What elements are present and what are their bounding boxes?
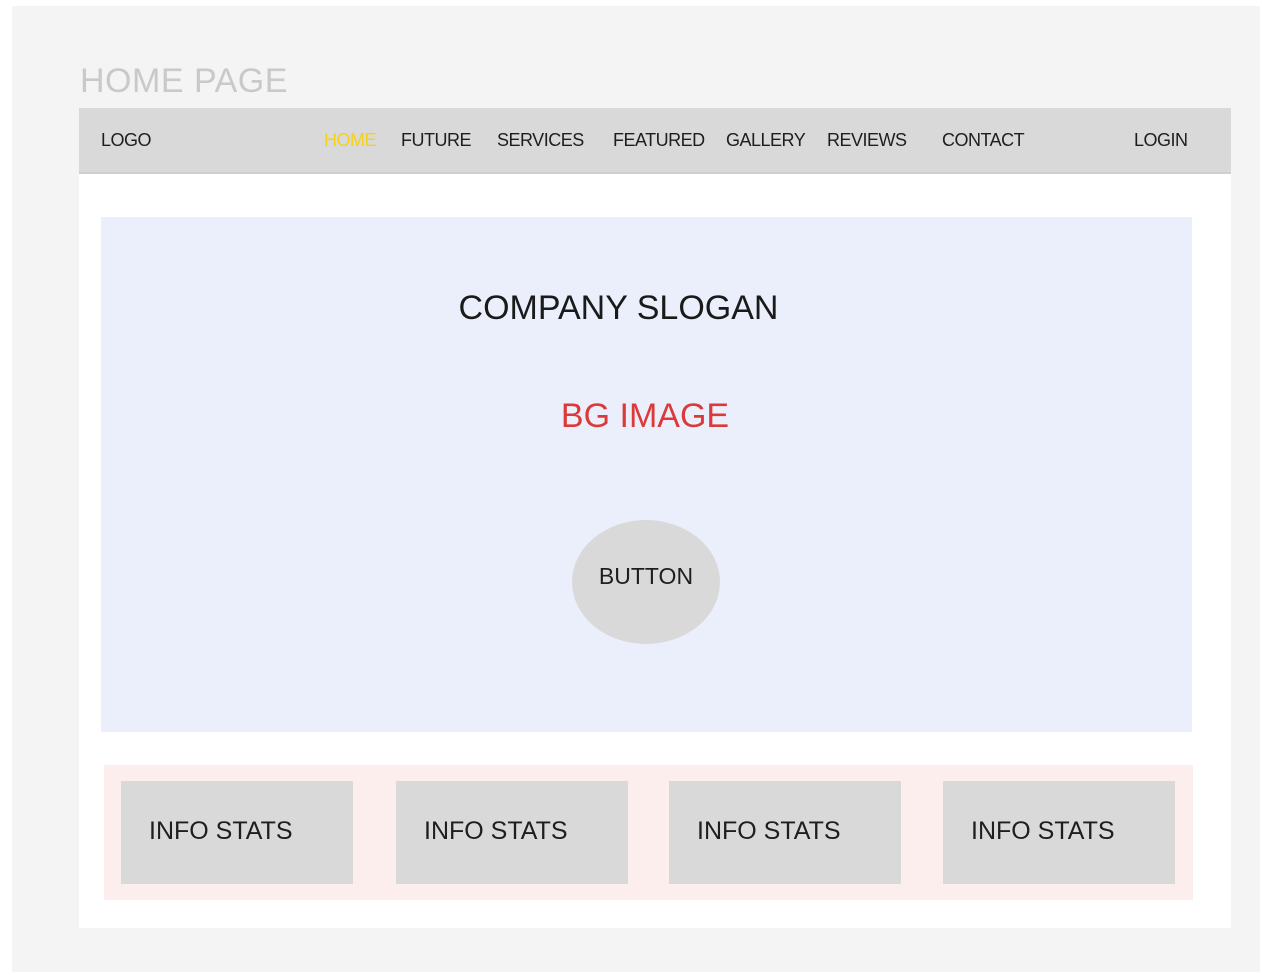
info-stats-bar: INFO STATS INFO STATS INFO STATS INFO ST… (104, 765, 1193, 900)
hero-button-label: BUTTON (598, 562, 694, 589)
company-slogan: COMPANY SLOGAN (458, 289, 779, 327)
navbar: LOGO HOME FUTURE SERVICES FEATURED GALLE… (79, 108, 1231, 174)
logo[interactable]: LOGO (101, 130, 152, 150)
info-stat-card: INFO STATS (669, 781, 901, 884)
bg-image-label: BG IMAGE (560, 397, 730, 435)
nav-link-home[interactable]: HOME (324, 130, 377, 150)
hero-section: COMPANY SLOGAN BG IMAGE BUTTON (101, 217, 1192, 732)
info-stat-label: INFO STATS (149, 817, 293, 845)
info-stat-label: INFO STATS (697, 817, 841, 845)
nav-link-reviews[interactable]: REVIEWS (827, 130, 907, 150)
info-stat-label: INFO STATS (424, 817, 568, 845)
info-stat-label: INFO STATS (971, 817, 1115, 845)
nav-link-gallery[interactable]: GALLERY (726, 130, 806, 150)
page-frame: LOGO HOME FUTURE SERVICES FEATURED GALLE… (79, 108, 1231, 928)
info-stat-card: INFO STATS (943, 781, 1175, 884)
info-stat-card: INFO STATS (396, 781, 628, 884)
login-link[interactable]: LOGIN (1134, 130, 1188, 150)
info-stat-card: INFO STATS (121, 781, 353, 884)
hero-button[interactable]: BUTTON (572, 520, 720, 644)
nav-link-future[interactable]: FUTURE (401, 130, 472, 150)
nav-link-contact[interactable]: CONTACT (942, 130, 1025, 150)
nav-link-services[interactable]: SERVICES (497, 130, 584, 150)
page-label: HOME PAGE (80, 62, 288, 100)
nav-link-featured[interactable]: FEATURED (613, 130, 705, 150)
